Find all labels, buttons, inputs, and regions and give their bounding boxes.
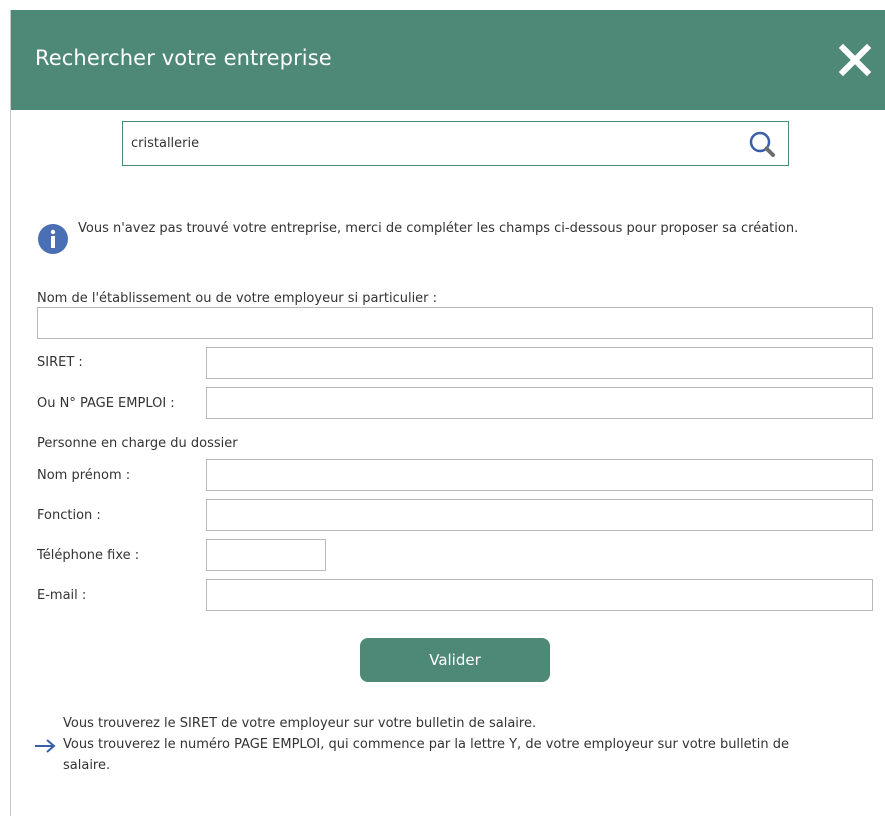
page-emploi-field[interactable]: [206, 387, 873, 419]
modal-title: Rechercher votre entreprise: [35, 46, 332, 70]
company-search-modal: Rechercher votre entreprise Vous n'avez …: [10, 10, 885, 816]
email-field[interactable]: [206, 579, 873, 611]
search-input[interactable]: [131, 130, 731, 157]
page-emploi-label: Ou N° PAGE EMPLOI :: [37, 396, 175, 411]
section-label: Personne en charge du dossier: [37, 436, 238, 451]
siret-field[interactable]: [206, 347, 873, 379]
nom-prenom-field[interactable]: [206, 459, 873, 491]
info-message: Vous n'avez pas trouvé votre entreprise,…: [78, 221, 799, 236]
search-box: [122, 121, 789, 166]
search-icon[interactable]: [746, 130, 782, 162]
telephone-field[interactable]: [206, 539, 326, 571]
nom-etablissement-label: Nom de l'établissement ou de votre emplo…: [37, 291, 438, 306]
email-label: E-mail :: [37, 588, 87, 603]
modal-header: Rechercher votre entreprise: [11, 10, 885, 110]
note-page-emploi-continued: salaire.: [63, 758, 111, 773]
fonction-label: Fonction :: [37, 508, 101, 523]
arrow-right-icon: [33, 738, 59, 753]
close-icon[interactable]: [837, 42, 873, 78]
valider-button[interactable]: Valider: [360, 638, 550, 682]
fonction-field[interactable]: [206, 499, 873, 531]
note-siret: Vous trouverez le SIRET de votre employe…: [63, 716, 537, 731]
info-icon: [37, 223, 69, 255]
siret-label: SIRET :: [37, 355, 83, 370]
note-page-emploi: Vous trouverez le numéro PAGE EMPLOI, qu…: [63, 737, 789, 752]
nom-etablissement-field[interactable]: [37, 307, 873, 339]
telephone-label: Téléphone fixe :: [37, 548, 140, 563]
nom-prenom-label: Nom prénom :: [37, 468, 131, 483]
